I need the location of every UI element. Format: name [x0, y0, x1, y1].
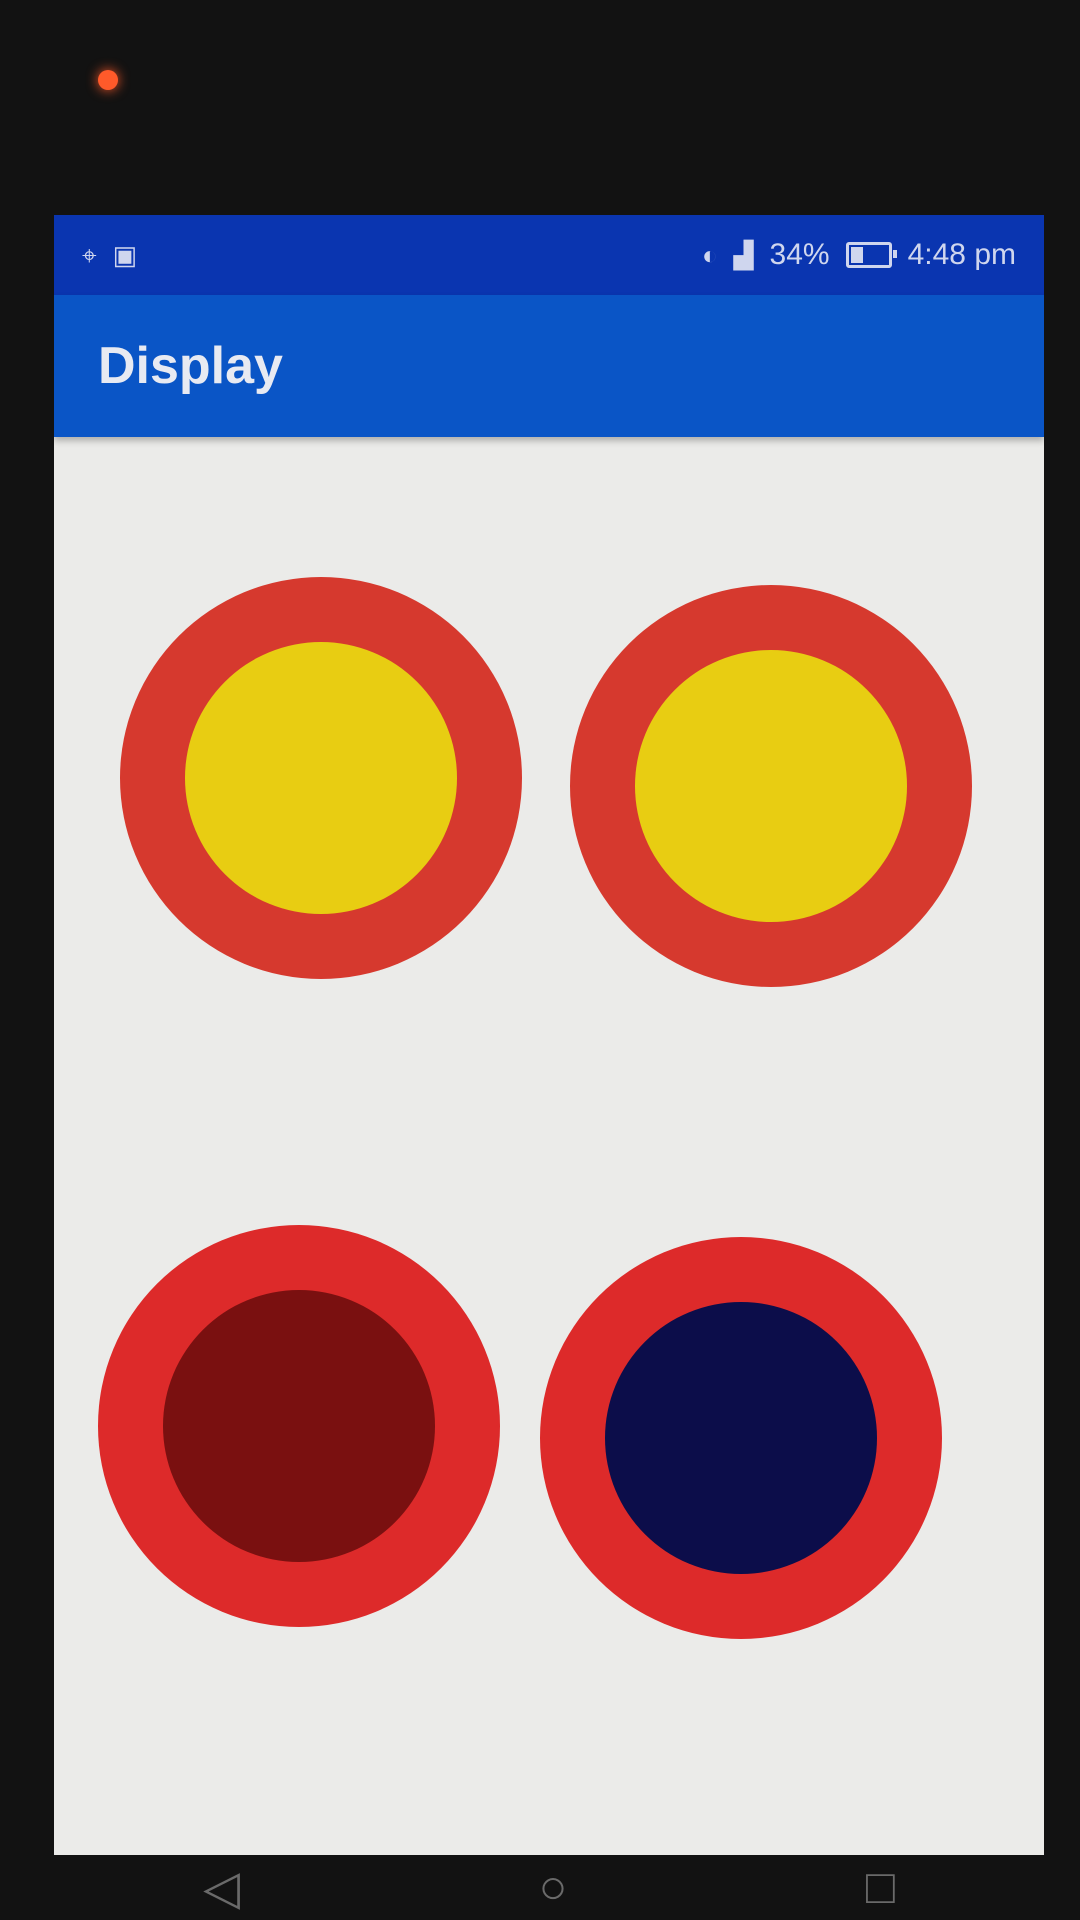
- navigation-bar: ◁ ○ □: [54, 1855, 1044, 1920]
- circle-grid: [54, 437, 1044, 1855]
- notification-icon: ▣: [112, 240, 138, 270]
- circle-top-left[interactable]: [120, 577, 522, 979]
- circle-top-right[interactable]: [570, 585, 972, 987]
- circle-bottom-right-center: [605, 1302, 877, 1574]
- circle-home-icon[interactable]: ○: [538, 1860, 567, 1915]
- page-title: Display: [98, 337, 283, 395]
- location-icon: ⌖: [82, 240, 97, 270]
- signal-icon: ▟: [733, 240, 754, 270]
- app-bar: Display: [54, 295, 1044, 437]
- triangle-back-icon[interactable]: ◁: [203, 1860, 240, 1916]
- phone-device: ⌖ ▣ ◐ ▟ 34% 4:48 pm Display ◁ ○ □: [0, 0, 1080, 1920]
- square-recents-icon[interactable]: □: [866, 1860, 895, 1915]
- status-bar: ⌖ ▣ ◐ ▟ 34% 4:48 pm: [54, 215, 1044, 295]
- status-left: ⌖ ▣: [82, 242, 137, 268]
- notification-led: [98, 70, 118, 90]
- circle-bottom-left-center: [163, 1290, 435, 1562]
- circle-bottom-left[interactable]: [98, 1225, 500, 1627]
- circle-bottom-right[interactable]: [540, 1237, 942, 1639]
- screen: ⌖ ▣ ◐ ▟ 34% 4:48 pm Display: [54, 215, 1044, 1855]
- battery-icon: [845, 242, 897, 268]
- circle-top-left-center: [185, 642, 457, 914]
- data-saver-icon: ◐: [701, 240, 718, 270]
- battery-percent: 34%: [769, 238, 830, 271]
- circle-top-right-center: [635, 650, 907, 922]
- clock: 4:48 pm: [907, 238, 1016, 271]
- status-right: ◐ ▟ 34% 4:48 pm: [702, 238, 1016, 272]
- battery-level: [850, 247, 863, 263]
